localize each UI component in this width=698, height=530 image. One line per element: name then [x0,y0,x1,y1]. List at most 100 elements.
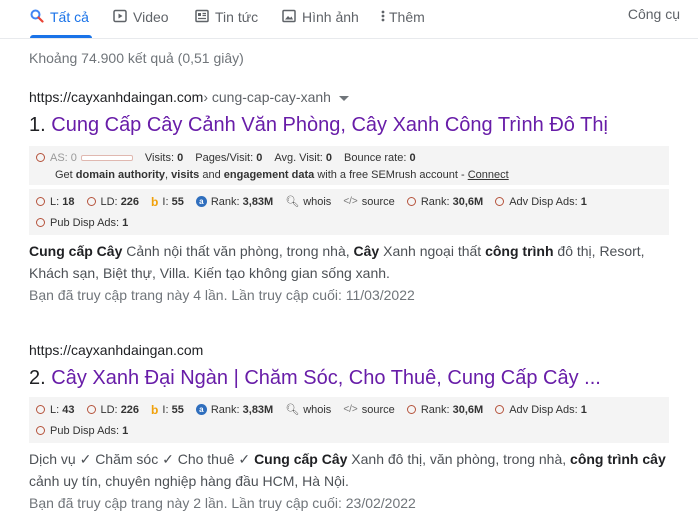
alexa-icon: a [195,196,207,207]
result-snippet: Dịch vụ ✓ Chăm sóc ✓ Cho thuê ✓ Cung cấp… [29,448,669,492]
connect-link[interactable]: Connect [468,169,509,181]
image-icon [282,9,296,26]
semrush-icon [36,153,45,162]
alexa-rank-metric[interactable]: a Rank: 3,83M [195,403,274,416]
more-icon [381,9,385,26]
metric-value: 226 [120,195,140,208]
metric-label: L: [50,403,60,416]
tab-all[interactable]: Tất cả [30,6,89,28]
promo-text: with a free SEMrush account - [317,168,465,181]
as-value: AS: 0 [50,151,77,164]
tools-button[interactable]: Công cụ [628,6,680,22]
semrush-icon [86,197,96,206]
tab-news[interactable]: Tin tức [195,6,258,28]
avg-label: Avg. Visit: [274,151,323,164]
result-url: https://cayxanhdaingan.com [29,340,669,360]
alexa-rank-metric[interactable]: a Rank: 3,83M [195,196,273,208]
adv-disp-ads-metric[interactable]: Adv Disp Ads: 1 [495,404,587,416]
snippet-bold: Cung cấp Cây [29,243,123,259]
semrush-icon [406,197,416,206]
result-title-link[interactable]: 1. Cung Cấp Cây Cảnh Văn Phòng, Cây Xanh… [29,112,669,138]
as-metric: AS: 0 [50,152,133,164]
chevron-down-icon[interactable] [338,95,349,101]
result-domain: https://cayxanhdaingan.com [29,89,204,105]
tab-more[interactable]: Thêm [381,6,425,28]
tab-video[interactable]: Video [113,6,169,28]
tab-label: Tin tức [215,9,259,25]
result-stats: Khoảng 74.900 kết quả (0,51 giây) [29,50,244,66]
tab-images[interactable]: Hình ảnh [282,6,359,28]
code-icon: </> [343,196,358,207]
result-snippet: Cung cấp Cây Cảnh nội thất văn phòng, tr… [29,240,669,284]
alexa-icon: a [195,404,207,415]
traffic-row: AS: 0 Visits: 0 Pages/Visit: 0 Avg. Visi… [29,149,669,166]
snippet-text: Dịch vụ ✓ Chăm sóc ✓ Cho thuê ✓ [29,451,255,467]
pub-disp-ads-metric[interactable]: Pub Disp Ads: 1 [36,217,128,229]
metric-value: 3,83M [242,403,274,416]
promo-bold: domain authority [75,168,166,181]
linking-domains-metric[interactable]: LD: 226 [86,195,140,208]
avg-visit-metric: Avg. Visit: 0 [274,152,332,164]
semrush-icon [36,405,45,414]
whois-label: whois [303,403,332,416]
whois-link[interactable]: 🔍︎ whois [285,403,332,417]
result-number: 2. [29,367,52,389]
tab-label: Tất cả [50,9,89,25]
bounce-label: Bounce rate: [344,151,407,164]
visited-note: Bạn đã truy cập trang này 2 lần. Lần tru… [29,495,416,511]
metric-label: Adv Disp Ads: [509,403,578,416]
result-path: › cung-cap-cay-xanh [203,89,331,105]
source-link[interactable]: </> source [343,404,395,416]
metric-value: 55 [171,195,184,208]
whois-link[interactable]: 🔍︎ whois [285,195,331,209]
bing-index-metric[interactable]: b I: 55 [151,403,184,417]
result-title: Cung Cấp Cây Cảnh Văn Phòng, Cây Xanh Cô… [51,114,608,136]
tab-label: Thêm [389,9,425,25]
visits-value: 0 [177,151,184,164]
linking-domains-metric[interactable]: LD: 226 [86,403,140,416]
tab-label: Video [133,9,169,25]
avg-value: 0 [325,151,333,164]
pages-value: 0 [256,151,263,164]
semrush-icon [36,197,45,206]
bounce-metric: Bounce rate: 0 [344,152,416,164]
metric-label: Pub Disp Ads: [50,216,120,229]
magnifier-icon: 🔍︎ [285,404,300,416]
links-metric[interactable]: L: 18 [36,196,75,208]
visits-label: Visits: [144,151,175,164]
result-url: https://cayxanhdaingan.com › cung-cap-ca… [29,87,669,107]
magnifier-icon: 🔍︎ [285,196,300,208]
promo-text: Get [55,168,73,181]
metrics-row: L: 43 LD: 226 b I: 55 a Rank: 3,83M 🔍︎ whoi… [29,399,669,420]
semrush-rank-metric[interactable]: Rank: 30,6M [406,195,484,208]
seo-metrics-panel: L: 43 LD: 226 b I: 55 a Rank: 3,83M 🔍︎ whoi… [29,397,669,443]
metric-value: 1 [122,424,129,437]
adv-disp-ads-metric[interactable]: Adv Disp Ads: 1 [495,196,587,208]
snippet-bold: Cung cấp Cây [254,451,348,467]
bing-index-metric[interactable]: b I: 55 [151,195,184,209]
result-domain: https://cayxanhdaingan.com [29,342,204,358]
search-result: https://cayxanhdaingan.com › cung-cap-ca… [29,87,669,306]
code-icon: </> [343,404,358,415]
metric-label: Rank: [420,403,450,416]
promo-bold: engagement data [223,168,315,181]
metric-value: 226 [120,403,140,416]
snippet-text: Cảnh nội thất văn phòng, trong nhà, [122,243,354,259]
metric-label: I: [162,195,169,208]
result-title-link[interactable]: 2. Cây Xanh Đại Ngàn | Chăm Sóc, Cho Thu… [29,365,669,391]
metrics-row: Pub Disp Ads: 1 [29,212,669,233]
semrush-rank-metric[interactable]: Rank: 30,6M [406,403,483,416]
links-metric[interactable]: L: 43 [36,404,75,416]
metrics-row: Pub Disp Ads: 1 [29,420,669,441]
metric-value: 55 [171,403,184,416]
visits-metric: Visits: 0 [145,152,183,164]
metric-label: Pub Disp Ads: [50,424,120,437]
metric-value: 30,6M [452,195,484,208]
promo-text: , [165,168,169,181]
source-link[interactable]: </> source [343,196,395,208]
pages-label: Pages/Visit: [195,151,254,164]
metric-label: I: [162,403,169,416]
seo-metrics-panel: L: 18 LD: 226 b I: 55 a Rank: 3,83M 🔍︎ whoi… [29,189,669,235]
pub-disp-ads-metric[interactable]: Pub Disp Ads: 1 [36,425,128,437]
metric-label: LD: [100,195,118,208]
